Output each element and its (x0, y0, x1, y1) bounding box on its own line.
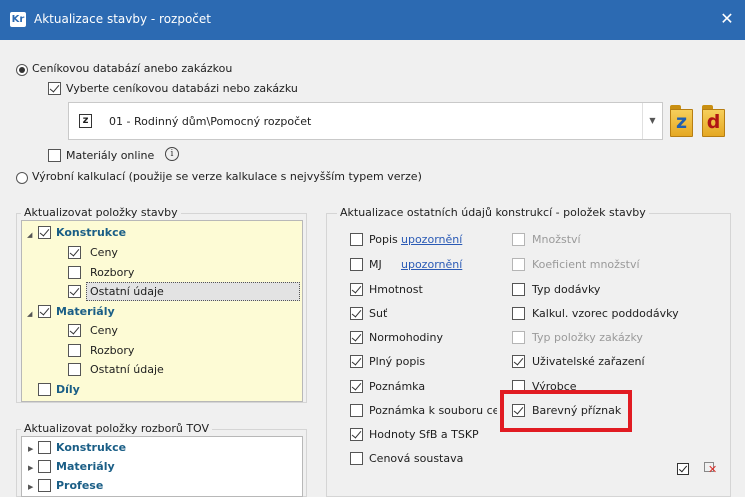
hmotnost-checkbox[interactable] (350, 283, 363, 296)
cenova-soustava-checkbox[interactable] (350, 452, 363, 465)
mj-label: MJ (369, 258, 382, 271)
expand-konstrukce-icon[interactable]: ◢ (27, 231, 32, 239)
uncheck-all-icon[interactable]: ✕ (704, 462, 718, 476)
typ-polozky-checkbox (512, 331, 525, 344)
radio-production-label: Výrobní kalkulací (použije se verze kalk… (32, 170, 422, 183)
radio-production[interactable] (16, 172, 28, 184)
cenova-soustava-label: Cenová soustava (369, 452, 464, 465)
typ-polozky-label: Typ položky zakázky (532, 331, 643, 344)
popis-warning-link[interactable]: upozornění (401, 233, 462, 246)
konstrukce-ostatni-checkbox[interactable] (68, 285, 81, 298)
materialy-rozbory-checkbox[interactable] (68, 344, 81, 357)
update-items-title: Aktualizovat položky stavby (21, 206, 181, 219)
radio-database[interactable] (16, 64, 28, 76)
expand-tov-materialy-icon[interactable]: ▶ (28, 464, 33, 472)
tree-node-materialy-rozbory[interactable]: Rozbory (90, 344, 134, 357)
hodnoty-sfb-label: Hodnoty SfB a TSKP (369, 428, 479, 441)
tree-node-materialy-ceny[interactable]: Ceny (90, 324, 118, 337)
folder-z-icon: z (675, 111, 688, 133)
materialy-ceny-checkbox[interactable] (68, 324, 81, 337)
materialy-checkbox[interactable] (38, 305, 51, 318)
close-button[interactable]: ✕ (717, 9, 737, 29)
materials-online-label: Materiály online (66, 149, 155, 162)
poznamka-soubor-label: Poznámka k souboru cen (369, 404, 497, 417)
tov-node-konstrukce[interactable]: Konstrukce (56, 441, 126, 454)
koeficient-checkbox (512, 258, 525, 271)
hodnoty-sfb-checkbox[interactable] (350, 428, 363, 441)
highlight-annotation-box (500, 390, 632, 432)
radio-database-label: Ceníkovou databází anebo zakázkou (32, 62, 233, 75)
sut-checkbox[interactable] (350, 307, 363, 320)
typ-dodavky-checkbox[interactable] (512, 283, 525, 296)
tree-node-ceny[interactable]: Ceny (90, 246, 118, 259)
check-all-icon[interactable] (677, 463, 689, 475)
tov-node-materialy[interactable]: Materiály (56, 460, 115, 473)
normohodiny-checkbox[interactable] (350, 331, 363, 344)
normohodiny-label: Normohodiny (369, 331, 443, 344)
mnozstvi-checkbox (512, 233, 525, 246)
konstrukce-rozbory-checkbox[interactable] (68, 266, 81, 279)
uzivatelske-zarazeni-checkbox[interactable] (512, 355, 525, 368)
tree-node-materialy-ostatni[interactable]: Ostatní údaje (90, 363, 164, 376)
plny-popis-label: Plný popis (369, 355, 426, 368)
expand-materialy-icon[interactable]: ◢ (27, 310, 32, 318)
plny-popis-checkbox[interactable] (350, 355, 363, 368)
materialy-ostatni-checkbox[interactable] (68, 363, 81, 376)
title-bar: Kr Aktualizace stavby - rozpočet ✕ (0, 0, 745, 40)
zakazka-icon: z (79, 114, 92, 128)
select-database-checkbox[interactable] (48, 82, 61, 95)
konstrukce-ceny-checkbox[interactable] (68, 246, 81, 259)
dily-checkbox[interactable] (38, 383, 51, 396)
uzivatelske-zarazeni-label: Uživatelské zařazení (532, 355, 645, 368)
combo-dropdown-icon[interactable]: ▼ (642, 103, 662, 139)
tov-konstrukce-checkbox[interactable] (38, 441, 51, 454)
expand-tov-profese-icon[interactable]: ▶ (28, 483, 33, 491)
tree-node-ostatni-udaje[interactable]: Ostatní údaje (90, 285, 164, 298)
kalkul-vzorec-label: Kalkul. vzorec poddodávky (532, 307, 679, 320)
poznamka-soubor-checkbox[interactable] (350, 404, 363, 417)
update-tov-tree[interactable]: ▶ Konstrukce ▶ Materiály ▶ Profese (21, 436, 303, 497)
select-database-label: Vyberte ceníkovou databázi nebo zakázku (66, 82, 298, 95)
tree-node-materialy[interactable]: Materiály (56, 305, 115, 318)
koeficient-label: Koeficient množství (532, 258, 640, 271)
info-icon[interactable]: i (165, 147, 179, 161)
app-logo-icon: Kr (10, 12, 26, 27)
mj-checkbox[interactable] (350, 258, 363, 271)
tree-node-dily[interactable]: Díly (56, 383, 80, 396)
update-items-tree[interactable]: ◢ Konstrukce Ceny Rozbory Ostatní údaje … (21, 220, 303, 402)
popis-checkbox[interactable] (350, 233, 363, 246)
tov-materialy-checkbox[interactable] (38, 460, 51, 473)
poznamka-label: Poznámka (369, 380, 426, 393)
open-database-folder-button[interactable]: d (700, 103, 727, 139)
popis-label: Popis (369, 233, 398, 246)
mnozstvi-label: Množství (532, 233, 581, 246)
sut-label: Suť (369, 307, 388, 320)
hmotnost-label: Hmotnost (369, 283, 423, 296)
konstrukce-checkbox[interactable] (38, 226, 51, 239)
other-data-title: Aktualizace ostatních údajů konstrukcí -… (337, 206, 649, 219)
update-tov-title: Aktualizovat položky rozborů TOV (21, 422, 213, 435)
expand-tov-konstrukce-icon[interactable]: ▶ (28, 445, 33, 453)
database-combo[interactable]: z 01 - Rodinný dům\Pomocný rozpočet ▼ (68, 102, 663, 140)
materials-online-checkbox[interactable] (48, 149, 61, 162)
mj-warning-link[interactable]: upozornění (401, 258, 462, 271)
kalkul-vzorec-checkbox[interactable] (512, 307, 525, 320)
folder-d-icon: d (706, 111, 721, 133)
poznamka-checkbox[interactable] (350, 380, 363, 393)
tov-node-profese[interactable]: Profese (56, 479, 103, 492)
window-title: Aktualizace stavby - rozpočet (34, 12, 211, 26)
tov-profese-checkbox[interactable] (38, 479, 51, 492)
tree-node-rozbory[interactable]: Rozbory (90, 266, 134, 279)
open-zakazka-folder-button[interactable]: z (668, 103, 695, 139)
tree-node-konstrukce[interactable]: Konstrukce (56, 226, 126, 239)
database-combo-value: 01 - Rodinný dům\Pomocný rozpočet (109, 115, 312, 128)
typ-dodavky-label: Typ dodávky (532, 283, 601, 296)
